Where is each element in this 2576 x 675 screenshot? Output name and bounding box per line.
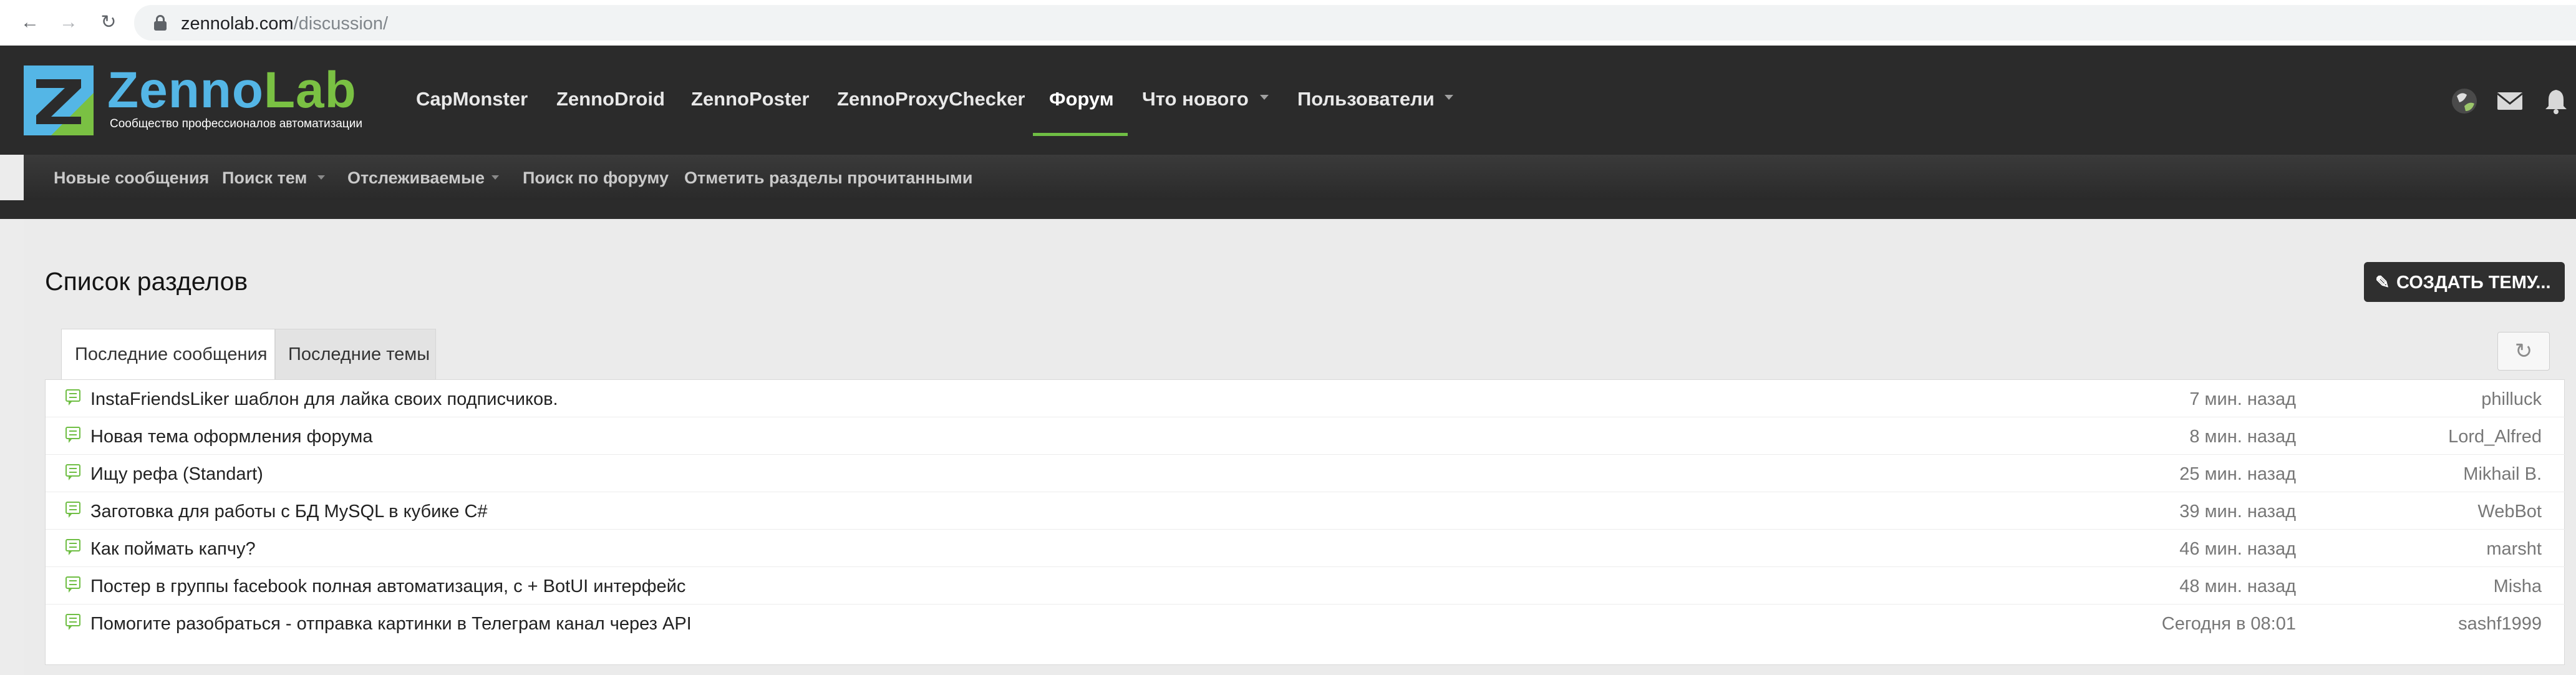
list-item[interactable]: Заготовка для работы с БД MySQL в кубике… xyxy=(46,492,2565,530)
thread-title[interactable]: Ищу рефа (Standart) xyxy=(90,464,263,485)
logo-wordmark[interactable]: ZennoLab xyxy=(107,65,357,116)
tab-latest-posts[interactable]: Последние сообщения xyxy=(61,329,275,380)
post-time: 8 мин. назад xyxy=(2189,427,2296,447)
post-time: 48 мин. назад xyxy=(2179,576,2296,596)
active-nav-indicator xyxy=(1033,133,1128,136)
thread-title[interactable]: Заготовка для работы с БД MySQL в кубике… xyxy=(90,502,488,522)
browser-toolbar: ← → ↻ zennolab.com/discussion/ xyxy=(0,0,2576,46)
list-item[interactable]: Новая тема оформления форума 8 мин. наза… xyxy=(46,417,2565,455)
post-time: Сегодня в 08:01 xyxy=(2161,614,2296,634)
tab-latest-threads[interactable]: Последние темы xyxy=(275,329,436,380)
chevron-down-icon[interactable] xyxy=(491,175,499,180)
post-author[interactable]: Misha xyxy=(2494,576,2542,597)
list-item[interactable]: Ищу рефа (Standart) 25 мин. назад Mikhai… xyxy=(46,455,2565,492)
refresh-button[interactable]: ↻ xyxy=(2497,332,2550,371)
chat-bubble-icon xyxy=(65,614,80,630)
forward-arrow-icon[interactable]: → xyxy=(55,9,82,36)
subnav-search-threads[interactable]: Поиск тем xyxy=(222,168,307,188)
back-arrow-icon[interactable]: ← xyxy=(16,9,44,36)
create-thread-label: СОЗДАТЬ ТЕМУ... xyxy=(2396,273,2551,293)
url-path: /discussion/ xyxy=(293,14,389,34)
nav-whats-new[interactable]: Что нового xyxy=(1142,88,1249,110)
subnav-mark-read[interactable]: Отметить разделы прочитанными xyxy=(684,168,973,188)
envelope-icon[interactable] xyxy=(2496,87,2524,115)
reload-icon[interactable]: ↻ xyxy=(95,9,122,36)
thread-title[interactable]: Как поймать капчу? xyxy=(90,539,256,560)
subnav-new-posts[interactable]: Новые сообщения xyxy=(54,168,209,188)
list-item[interactable]: InstaFriendsLiker шаблон для лайка своих… xyxy=(46,380,2565,417)
tab-latest-posts-label: Последние сообщения xyxy=(75,344,268,364)
lock-icon xyxy=(154,15,167,31)
post-author[interactable]: Mikhail B. xyxy=(2463,464,2542,485)
site-header xyxy=(0,46,2576,155)
tab-latest-threads-label: Последние темы xyxy=(288,344,430,364)
nav-users[interactable]: Пользователи xyxy=(1297,88,1435,110)
post-author[interactable]: Lord_Alfred xyxy=(2448,427,2542,447)
chevron-down-icon[interactable] xyxy=(317,175,325,180)
post-author[interactable]: marsht xyxy=(2486,539,2542,560)
header-bottom-strip xyxy=(0,200,2576,219)
post-author[interactable]: philluck xyxy=(2481,389,2542,410)
list-item[interactable]: Постер в группы facebook полная автомати… xyxy=(46,567,2565,605)
thread-title[interactable]: InstaFriendsLiker шаблон для лайка своих… xyxy=(90,389,558,410)
latest-posts-list: InstaFriendsLiker шаблон для лайка своих… xyxy=(45,379,2565,665)
chevron-down-icon[interactable] xyxy=(1445,95,1453,100)
post-time: 7 мин. назад xyxy=(2189,389,2296,409)
nav-zennoposter[interactable]: ZennoPoster xyxy=(691,88,809,110)
subnav-search-forum[interactable]: Поиск по форуму xyxy=(523,168,669,188)
chat-bubble-icon xyxy=(65,576,80,593)
chat-bubble-icon xyxy=(65,464,80,480)
chat-bubble-icon xyxy=(65,539,80,555)
logo-lab: Lab xyxy=(263,62,357,119)
post-author[interactable]: sashf1999 xyxy=(2458,614,2542,634)
nav-zennoproxychecker[interactable]: ZennoProxyChecker xyxy=(837,88,1025,110)
list-item[interactable]: Как поймать капчу? 46 мин. назад marsht xyxy=(46,530,2565,567)
chat-bubble-icon xyxy=(65,427,80,443)
nav-zennodroid[interactable]: ZennoDroid xyxy=(556,88,665,110)
logo-tagline: Сообщество профессионалов автоматизации xyxy=(110,117,362,130)
list-item[interactable]: Помогите разобраться - отправка картинки… xyxy=(46,605,2565,642)
chat-bubble-icon xyxy=(65,502,80,518)
address-bar[interactable]: zennolab.com/discussion/ xyxy=(134,5,2576,41)
nav-forum[interactable]: Форум xyxy=(1049,88,1114,110)
url-text: zennolab.com/discussion/ xyxy=(181,14,388,34)
pencil-icon: ✎ xyxy=(2375,273,2390,292)
thread-title[interactable]: Новая тема оформления форума xyxy=(90,427,373,447)
refresh-icon: ↻ xyxy=(2514,339,2533,363)
logo-zenno: Zenno xyxy=(107,62,264,119)
avatar-icon[interactable] xyxy=(2451,87,2478,115)
chevron-down-icon[interactable] xyxy=(1260,95,1269,100)
bell-icon[interactable] xyxy=(2542,87,2570,115)
thread-title[interactable]: Помогите разобраться - отправка картинки… xyxy=(90,614,692,634)
subnav-watched[interactable]: Отслеживаемые xyxy=(347,168,485,188)
post-time: 39 мин. назад xyxy=(2179,502,2296,522)
post-author[interactable]: WebBot xyxy=(2477,502,2542,522)
chat-bubble-icon xyxy=(65,389,80,405)
create-thread-button[interactable]: ✎ СОЗДАТЬ ТЕМУ... xyxy=(2364,262,2565,302)
zennolab-logo-icon[interactable] xyxy=(24,66,94,135)
nav-capmonster[interactable]: CapMonster xyxy=(416,88,528,110)
post-time: 46 мин. назад xyxy=(2179,539,2296,559)
page-title: Список разделов xyxy=(45,267,248,296)
thread-title[interactable]: Постер в группы facebook полная автомати… xyxy=(90,576,685,597)
url-host: zennolab.com xyxy=(181,14,294,34)
post-time: 25 мин. назад xyxy=(2179,464,2296,484)
